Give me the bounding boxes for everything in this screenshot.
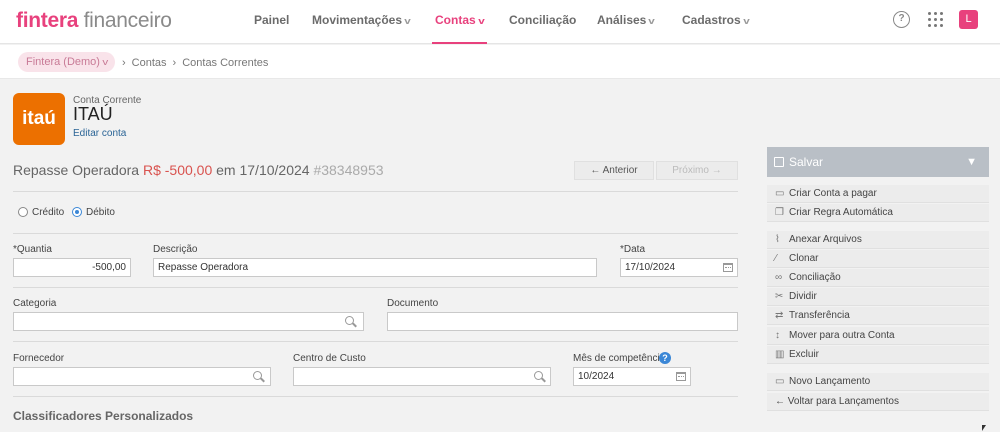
- reconcile-action[interactable]: ∞ Conciliação: [767, 269, 989, 287]
- link-icon: ∞: [775, 272, 783, 283]
- split-action[interactable]: ✂ Dividir: [767, 288, 989, 306]
- edit-account-link[interactable]: Editar conta: [73, 128, 126, 139]
- clone-action[interactable]: ⁄ Clonar: [767, 250, 989, 268]
- divider: [13, 191, 738, 192]
- help-icon[interactable]: ?: [893, 11, 910, 28]
- bank-logo: itaú: [13, 93, 65, 145]
- debit-radio-label[interactable]: Débito: [86, 207, 115, 218]
- nav-conciliacao[interactable]: Conciliação: [509, 0, 576, 44]
- vertical-arrows-icon: ↕: [775, 330, 780, 341]
- divider: [13, 233, 738, 234]
- cost-center-field[interactable]: [293, 367, 551, 386]
- description-label: Descrição: [153, 244, 198, 255]
- description-field[interactable]: Repasse Operadora: [153, 258, 597, 277]
- search-icon[interactable]: [345, 316, 354, 325]
- category-label: Categoria: [13, 298, 57, 309]
- nav-cadastros[interactable]: Cadastros v: [682, 0, 749, 44]
- calendar-icon[interactable]: [676, 372, 686, 381]
- previous-button[interactable]: ← Anterior: [574, 161, 654, 180]
- category-field[interactable]: [13, 312, 364, 331]
- exchange-icon: ⇄: [775, 310, 784, 321]
- divider: [13, 396, 738, 397]
- create-payable-action[interactable]: ▭ Criar Conta a pagar: [767, 185, 989, 203]
- money-icon: ▭: [775, 188, 785, 199]
- chevron-down-icon: v: [477, 16, 485, 26]
- cost-center-label: Centro de Custo: [293, 353, 366, 364]
- credit-radio-label[interactable]: Crédito: [32, 207, 64, 218]
- breadcrumb-contas[interactable]: Contas: [132, 57, 167, 69]
- scissors-icon: ✂: [775, 291, 784, 302]
- supplier-field[interactable]: [13, 367, 271, 386]
- avatar[interactable]: L: [959, 10, 978, 29]
- top-navbar: fintera financeiro Painel Movimentações v…: [0, 0, 1000, 44]
- chevron-right-icon: ›: [122, 57, 126, 69]
- caret-down-icon[interactable]: ▼: [966, 147, 977, 177]
- next-button[interactable]: Próximo →: [656, 161, 738, 180]
- nav-painel[interactable]: Painel: [254, 0, 289, 44]
- attach-files-action[interactable]: ⌇ Anexar Arquivos: [767, 231, 989, 249]
- divider: [13, 341, 738, 342]
- chevron-down-icon: v: [648, 16, 656, 26]
- date-field[interactable]: 17/10/2024: [620, 258, 738, 277]
- nav-analises[interactable]: Análises v: [597, 0, 656, 44]
- help-icon[interactable]: ?: [659, 352, 671, 364]
- document-field[interactable]: [387, 312, 738, 331]
- transfer-action[interactable]: ⇄ Transferência: [767, 307, 989, 325]
- apps-grid-icon[interactable]: [928, 12, 943, 27]
- divider: [13, 287, 738, 288]
- credit-radio[interactable]: [18, 207, 28, 217]
- nav-movimentacoes[interactable]: Movimentações v: [312, 0, 411, 44]
- search-icon[interactable]: [253, 371, 262, 380]
- custom-classifiers-title: Classificadores Personalizados: [13, 409, 194, 423]
- debit-radio[interactable]: [72, 207, 82, 217]
- transaction-date: 17/10/2024: [239, 162, 310, 178]
- supplier-label: Fornecedor: [13, 353, 65, 364]
- mouse-cursor: [982, 425, 986, 431]
- breadcrumb-contas-correntes[interactable]: Contas Correntes: [182, 57, 268, 69]
- paperclip-icon: ⌇: [775, 234, 780, 245]
- save-button[interactable]: Salvar ▼: [767, 147, 989, 177]
- save-disk-icon: [774, 157, 784, 167]
- create-rule-action[interactable]: ❐ Criar Regra Automática: [767, 204, 989, 222]
- chevron-down-icon: v: [102, 57, 109, 67]
- app-logo[interactable]: fintera financeiro: [16, 9, 172, 33]
- copy-icon: ❐: [775, 207, 784, 218]
- money-icon: ▭: [775, 376, 785, 387]
- quantity-label: *Quantia: [13, 244, 52, 255]
- chevron-down-icon: v: [404, 16, 411, 26]
- account-name: ITAÚ: [73, 104, 113, 124]
- back-to-entries-action[interactable]: ← Voltar para Lançamentos: [767, 393, 989, 411]
- wand-icon: ⁄: [775, 253, 777, 264]
- move-account-action[interactable]: ↕ Mover para outra Conta: [767, 327, 989, 345]
- breadcrumb: › Contas › Contas Correntes: [116, 57, 268, 69]
- chevron-down-icon: v: [742, 16, 750, 26]
- new-entry-action[interactable]: ▭ Novo Lançamento: [767, 373, 989, 391]
- transaction-amount: R$ -500,00: [142, 162, 213, 178]
- trash-icon: ▥: [775, 349, 785, 360]
- quantity-field[interactable]: -500,00: [13, 258, 131, 277]
- search-icon[interactable]: [534, 371, 543, 380]
- competence-field[interactable]: 10/2024: [573, 367, 691, 386]
- document-label: Documento: [387, 298, 439, 309]
- calendar-icon[interactable]: [723, 263, 733, 272]
- competence-label: Mês de competência: [573, 353, 666, 364]
- delete-action[interactable]: ▥ Excluir: [767, 346, 989, 364]
- chevron-right-icon: ›: [172, 57, 177, 69]
- nav-contas[interactable]: Contas v: [432, 0, 487, 44]
- breadcrumb-bar: Fintera (Demo) v › Contas › Contas Correntes: [0, 45, 1000, 79]
- transaction-title: Repasse Operadora R$ -500,00 em 17/10/20…: [13, 162, 384, 178]
- company-selector[interactable]: Fintera (Demo) v: [18, 52, 116, 72]
- date-label: *Data: [620, 244, 646, 255]
- transaction-id: #38348953: [313, 162, 384, 178]
